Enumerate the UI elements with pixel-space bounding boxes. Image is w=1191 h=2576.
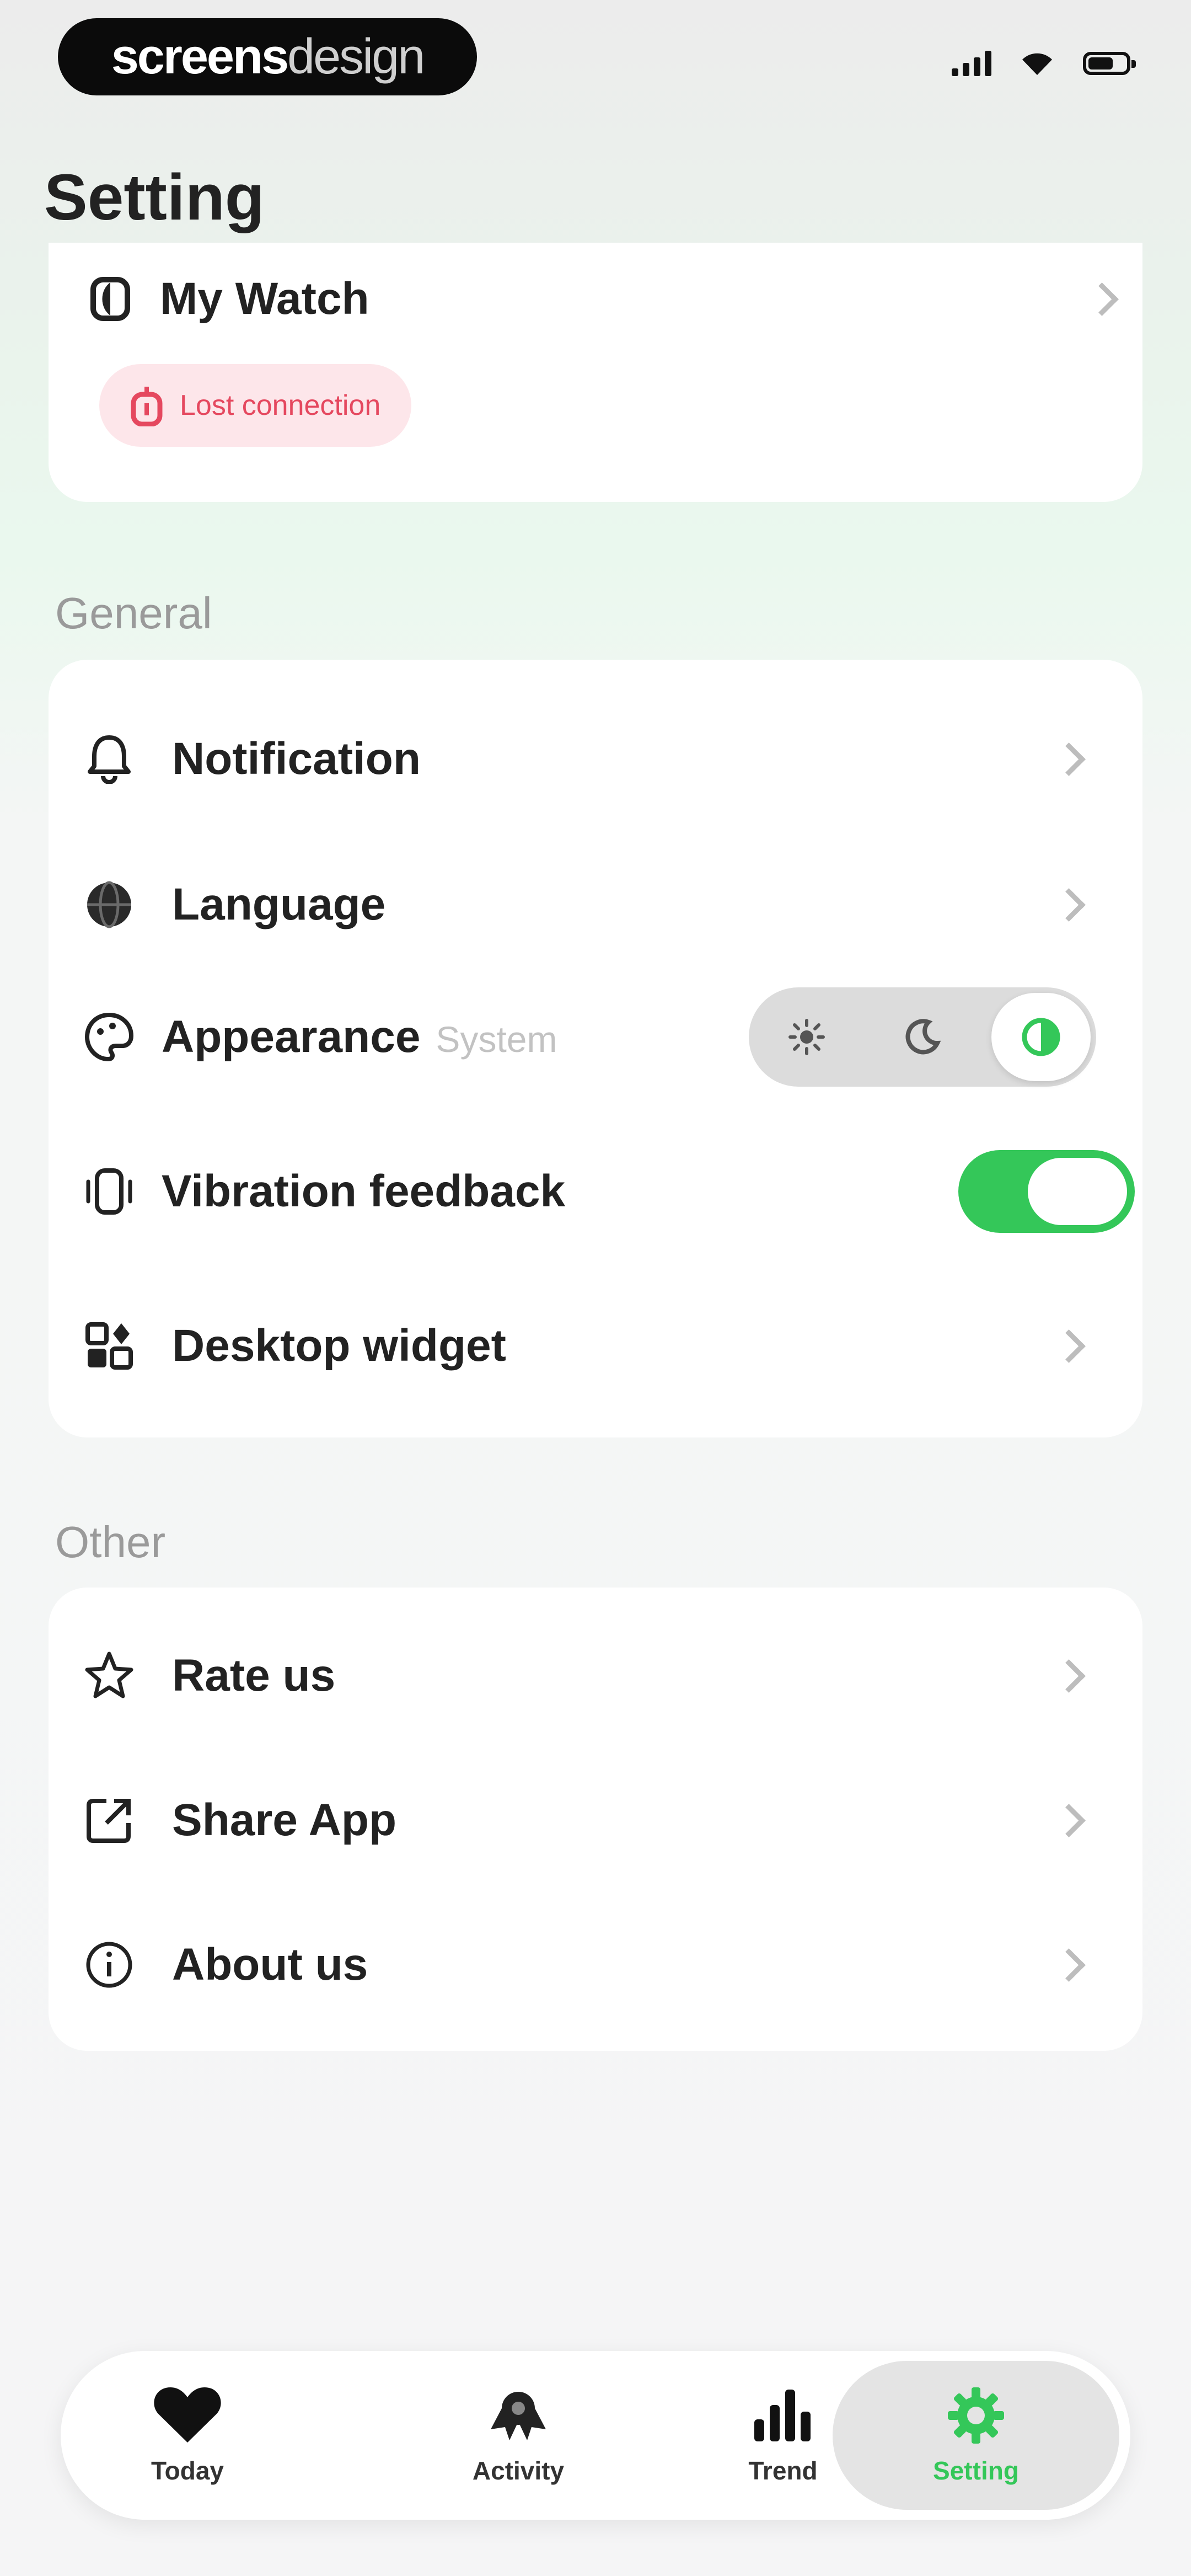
chevron-right-icon — [1052, 888, 1086, 922]
notification-label: Notification — [172, 734, 421, 784]
tab-bar: Today Activity Trend Setting — [61, 2351, 1130, 2520]
my-watch-row[interactable]: My Watch — [0, 227, 1191, 371]
tab-activity[interactable]: Activity — [403, 2351, 634, 2520]
sun-icon — [788, 1019, 825, 1055]
desktop-widget-label: Desktop widget — [172, 1321, 506, 1371]
lock-icon — [131, 387, 163, 426]
tab-label: Trend — [748, 2456, 818, 2485]
toggle-knob — [1028, 1158, 1127, 1225]
vibration-icon — [82, 1164, 137, 1219]
about-us-label: About us — [172, 1939, 368, 1990]
tab-label: Today — [151, 2456, 224, 2485]
battery-icon — [1083, 52, 1136, 75]
section-label-general: General — [55, 589, 212, 638]
appearance-row: Appearance System — [49, 965, 1142, 1109]
status-icons — [952, 50, 1136, 77]
info-icon — [82, 1937, 137, 1992]
chevron-right-icon — [1052, 1803, 1086, 1837]
gear-icon — [948, 2387, 1004, 2444]
rate-us-label: Rate us — [172, 1650, 336, 1701]
watch-icon — [83, 271, 138, 327]
brand-text-light: design — [287, 29, 425, 84]
tab-label: Setting — [933, 2456, 1019, 2485]
brand-text-bold: screens — [111, 29, 289, 84]
other-card: Rate us Share App About us — [49, 1588, 1142, 2051]
heart-icon — [154, 2387, 221, 2443]
wifi-icon — [1022, 53, 1052, 75]
tab-today[interactable]: Today — [61, 2351, 314, 2520]
connection-status-badge: Lost connection — [99, 364, 412, 447]
chevron-right-icon — [1085, 282, 1119, 316]
star-icon — [82, 1648, 137, 1703]
language-label: Language — [172, 879, 386, 929]
share-app-label: Share App — [172, 1795, 397, 1845]
notification-row[interactable]: Notification — [49, 687, 1142, 831]
vibration-label: Vibration feedback — [162, 1166, 566, 1216]
chevron-right-icon — [1052, 1948, 1086, 1982]
half-circle-icon — [1022, 1018, 1060, 1056]
brand-logo: screens design — [58, 18, 477, 95]
desktop-widget-row[interactable]: Desktop widget — [49, 1274, 1142, 1418]
about-us-row[interactable]: About us — [49, 1893, 1142, 2037]
globe-icon — [82, 877, 137, 932]
appearance-label: Appearance — [162, 1012, 421, 1062]
appearance-value: System — [436, 1019, 557, 1060]
page-title: Setting — [44, 161, 265, 234]
vibration-row: Vibration feedback — [49, 1120, 1142, 1263]
appearance-option-light[interactable] — [749, 987, 865, 1087]
rate-us-row[interactable]: Rate us — [49, 1604, 1142, 1747]
bell-icon — [82, 731, 137, 787]
language-row[interactable]: Language — [49, 833, 1142, 976]
share-icon — [82, 1793, 137, 1848]
tab-setting[interactable]: Setting — [833, 2361, 1119, 2510]
appearance-option-dark[interactable] — [865, 987, 980, 1087]
general-card: Notification Language Appearance System — [49, 660, 1142, 1437]
share-app-row[interactable]: Share App — [49, 1749, 1142, 1892]
appearance-segmented-control[interactable] — [749, 987, 1096, 1087]
chevron-right-icon — [1052, 1329, 1086, 1363]
section-label-other: Other — [55, 1517, 166, 1567]
vibration-toggle[interactable] — [958, 1150, 1135, 1233]
signal-icon — [952, 51, 991, 76]
tab-label: Activity — [472, 2456, 565, 2485]
connection-status-text: Lost connection — [180, 389, 381, 421]
moon-icon — [905, 1019, 941, 1055]
activity-icon — [491, 2392, 546, 2440]
bar-chart-icon — [754, 2390, 811, 2441]
appearance-option-system[interactable] — [991, 993, 1091, 1081]
my-watch-label: My Watch — [160, 274, 369, 324]
chevron-right-icon — [1052, 1659, 1086, 1693]
widget-icon — [82, 1318, 137, 1373]
chevron-right-icon — [1052, 742, 1086, 776]
palette-icon — [82, 1009, 137, 1065]
